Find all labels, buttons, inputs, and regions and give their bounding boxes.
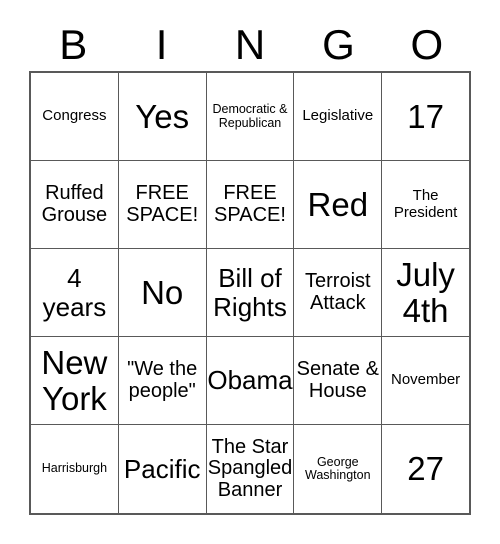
bingo-grid: Congress Yes Democratic & Republican Legisl… xyxy=(29,71,471,515)
bingo-cell[interactable]: Harrisburgh xyxy=(31,425,119,513)
header-letter-b: B xyxy=(59,20,88,68)
bingo-cell[interactable]: Senate & House xyxy=(294,337,383,425)
bingo-row: Congress Yes Democratic & Republican Legisl… xyxy=(31,73,469,161)
bingo-cell[interactable]: The Star Spangled Banner xyxy=(207,425,295,513)
bingo-cell[interactable]: Obama xyxy=(206,337,295,425)
bingo-cell[interactable]: George Washington xyxy=(294,425,383,513)
header-letter-n: N xyxy=(234,20,266,68)
bingo-row: 4 years No Bill of Rights Terroist Attack Ju… xyxy=(31,249,469,337)
bingo-cell[interactable]: New York xyxy=(31,337,119,425)
bingo-cell[interactable]: Pacific xyxy=(119,425,207,513)
bingo-cell[interactable]: "We the people" xyxy=(118,337,207,425)
bingo-row: New York "We the people" Obama Senate & Hou… xyxy=(31,337,469,425)
bingo-cell[interactable]: Congress xyxy=(31,73,119,161)
bingo-cell[interactable]: Terroist Attack xyxy=(294,249,383,337)
bingo-cell[interactable]: 4 years xyxy=(31,249,119,337)
bingo-cell[interactable]: Ruffed Grouse xyxy=(31,161,119,249)
bingo-card: B I N G O Congress Yes Democratic & Republ… xyxy=(0,0,500,544)
bingo-cell[interactable]: No xyxy=(118,249,207,337)
header-letter-i: I xyxy=(155,20,168,68)
bingo-cell[interactable]: 17 xyxy=(382,73,469,161)
bingo-cell[interactable]: The President xyxy=(382,161,469,249)
bingo-cell[interactable]: July 4th xyxy=(382,249,469,337)
bingo-cell[interactable]: Bill of Rights xyxy=(206,249,295,337)
header-letter-g: G xyxy=(322,20,355,68)
bingo-cell[interactable]: 27 xyxy=(382,425,469,513)
bingo-row: Harrisburgh Pacific The Star Spangled Bann… xyxy=(31,425,469,513)
bingo-cell[interactable]: November xyxy=(382,337,469,425)
bingo-cell[interactable]: Yes xyxy=(118,73,207,161)
bingo-cell[interactable]: FREE SPACE! xyxy=(118,161,207,249)
bingo-cell[interactable]: Red xyxy=(294,161,383,249)
bingo-cell[interactable]: Democratic & Republican xyxy=(206,73,295,161)
bingo-cell[interactable]: Legislative xyxy=(294,73,383,161)
header-letter-o: O xyxy=(410,20,444,68)
bingo-cell[interactable]: FREE SPACE! xyxy=(206,161,295,249)
bingo-row: Ruffed Grouse FREE SPACE! FREE SPACE! Red Th… xyxy=(31,161,469,249)
bingo-header-row: B I N G O xyxy=(29,18,471,71)
